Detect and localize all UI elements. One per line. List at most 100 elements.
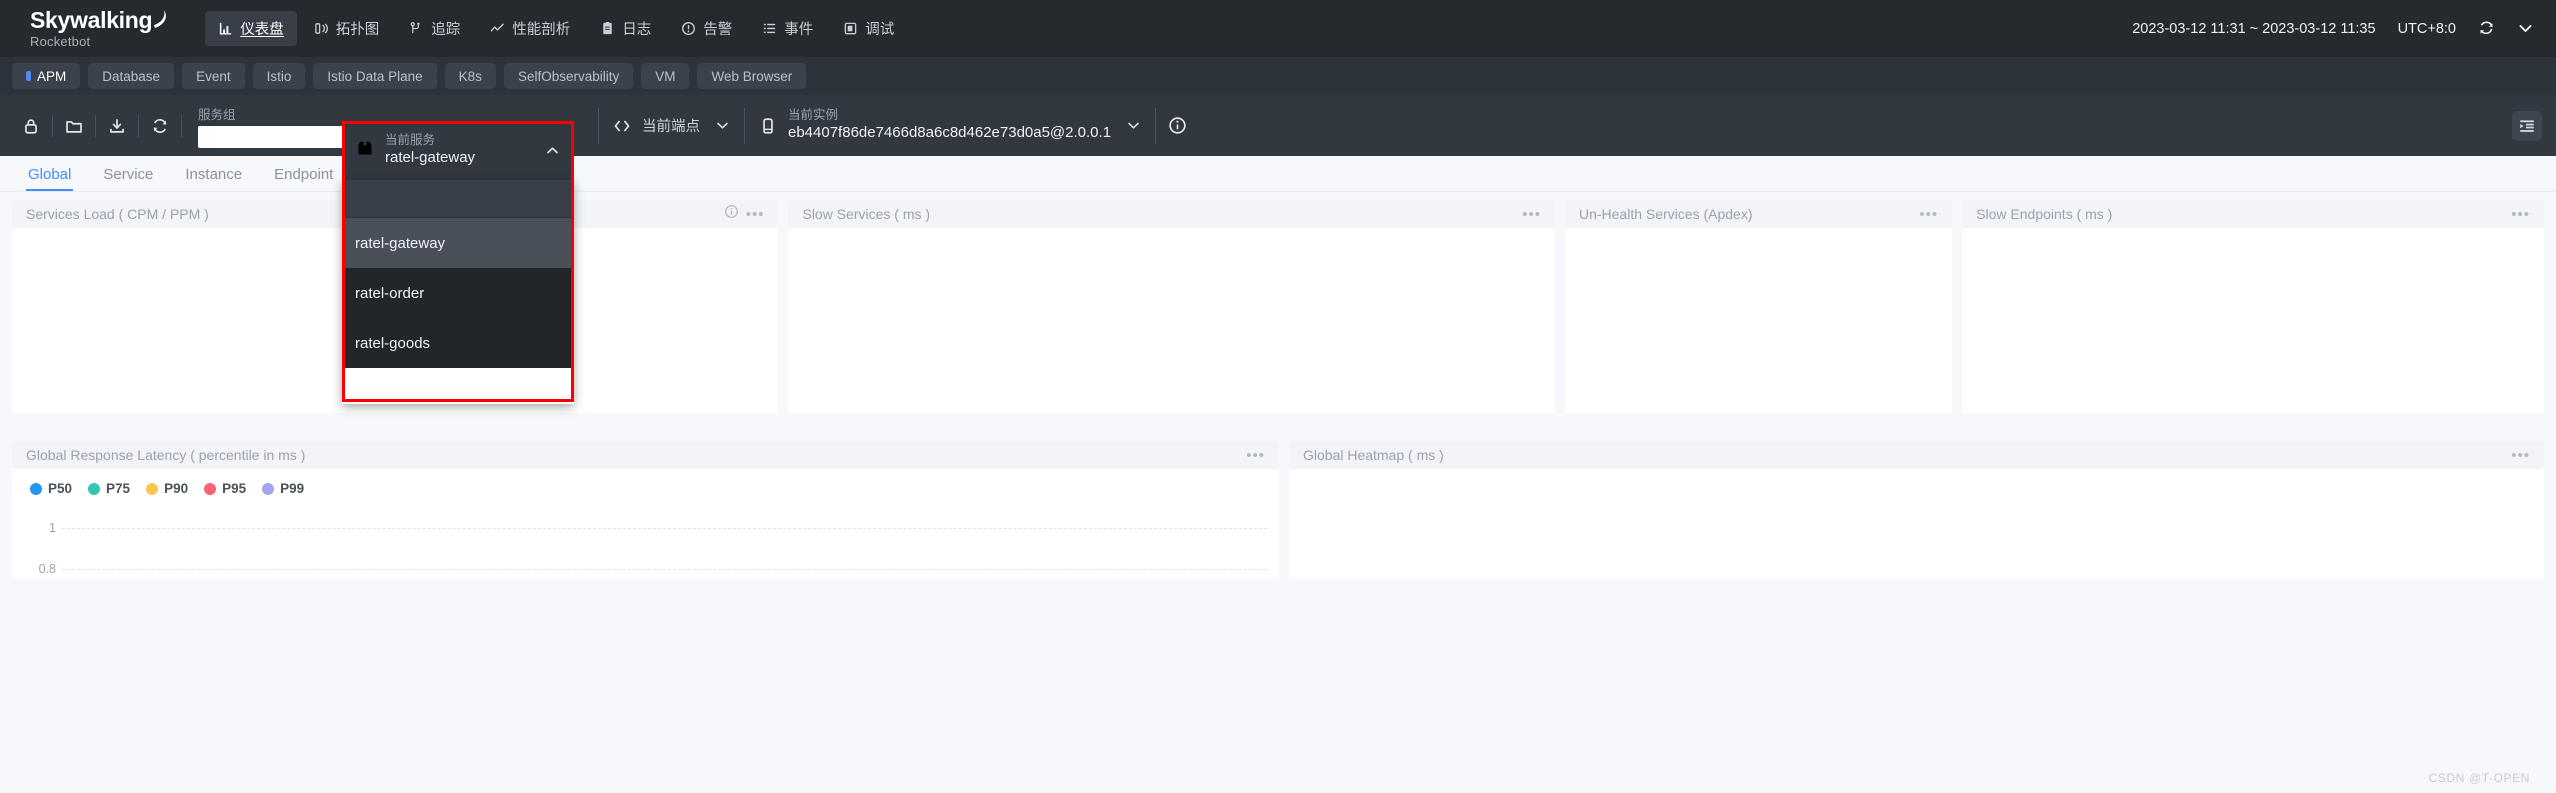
topology-icon [314, 21, 329, 36]
latency-plot-area: 1 0.8 [12, 500, 1279, 576]
subnav-item-selfobservability[interactable]: SelfObservability [503, 63, 634, 89]
nav-item-trace[interactable]: 追踪 [396, 11, 473, 46]
legend-label: P75 [106, 481, 131, 496]
legend-item-p50[interactable]: P50 [30, 481, 72, 496]
instance-selector-value: eb4407f86de7466d8a6c8d462e73d0a5@2.0.0.1 [788, 123, 1112, 141]
nav-item-alarm[interactable]: 告警 [668, 11, 745, 46]
legend-color-dot [88, 482, 101, 495]
service-option-ratel-gateway[interactable]: ratel-gateway [342, 218, 574, 268]
main-nav: 仪表盘 拓扑图 追踪 性能剖析 日志 告警 事件 调试 [205, 11, 907, 46]
lock-icon[interactable] [10, 106, 52, 146]
subnav-label-k8s: K8s [458, 68, 482, 84]
refresh-icon[interactable] [139, 106, 181, 146]
widget-menu-button[interactable]: ••• [1246, 448, 1265, 463]
widget-title: Global Response Latency ( percentile in … [26, 447, 306, 463]
service-selector-label: 当前服务 [385, 133, 436, 148]
folder-icon[interactable] [53, 106, 95, 146]
tab-label-global: Global [28, 166, 72, 183]
widget-menu-button[interactable]: ••• [2511, 207, 2530, 222]
legend-color-dot [30, 482, 42, 495]
tab-service[interactable]: Service [87, 166, 169, 191]
legend-item-p90[interactable]: P90 [146, 481, 188, 496]
instance-selector[interactable]: 当前实例 eb4407f86de7466d8a6c8d462e73d0a5@2.… [745, 95, 1155, 156]
info-icon[interactable] [1156, 106, 1198, 146]
widget-titlebar: Slow Endpoints ( ms ) ••• [1962, 200, 2544, 228]
subnav-item-web-browser[interactable]: Web Browser [697, 63, 807, 89]
nav-item-event[interactable]: 事件 [749, 11, 826, 46]
endpoint-selector[interactable]: 当前端点 [599, 95, 744, 156]
widget-slow-endpoints: Slow Endpoints ( ms ) ••• [1962, 200, 2544, 413]
debug-icon [843, 21, 858, 36]
service-group-input[interactable] [198, 125, 346, 148]
subnav-item-event[interactable]: Event [182, 63, 245, 89]
widget-menu-button[interactable]: ••• [1919, 207, 1938, 222]
logo-swoosh-icon [153, 10, 167, 28]
tab-label-service: Service [103, 166, 154, 183]
code-icon [613, 117, 631, 135]
service-selector-value: ratel-gateway [385, 148, 476, 166]
service-selector[interactable]: 当前服务 ratel-gateway [342, 121, 574, 180]
legend-item-p95[interactable]: P95 [204, 481, 246, 496]
top-header: Skywalking Rocketbot 仪表盘 拓扑图 追踪 性能剖析 日志 … [0, 0, 2556, 57]
widget-un-health-services: Un-Health Services (Apdex) ••• [1564, 200, 1953, 413]
collapse-panel-icon[interactable] [2512, 110, 2542, 141]
tab-global[interactable]: Global [12, 166, 87, 191]
app-logo[interactable]: Skywalking Rocketbot [30, 9, 167, 48]
subnav-item-k8s[interactable]: K8s [444, 63, 496, 89]
widget-menu-button[interactable]: ••• [1522, 207, 1541, 222]
chart-legend: P50 P75 P90 P95 P99 [12, 469, 1279, 496]
brand-name-wrap: Skywalking [30, 9, 167, 32]
timezone-display[interactable]: UTC+8:0 [2398, 21, 2456, 37]
widget-slow-services: Slow Services ( ms ) ••• [788, 200, 1555, 413]
nav-label-log: 日志 [622, 22, 652, 38]
widget-actions: ••• [2511, 448, 2530, 463]
chevron-up-icon[interactable] [545, 143, 560, 158]
service-search-row[interactable] [342, 180, 574, 218]
legend-item-p99[interactable]: P99 [262, 481, 304, 496]
instance-selector-text: 当前实例 eb4407f86de7466d8a6c8d462e73d0a5@2.… [788, 108, 1111, 142]
info-icon[interactable] [724, 204, 739, 224]
subnav-item-database[interactable]: Database [88, 63, 175, 89]
tab-label-endpoint: Endpoint [274, 166, 334, 183]
nav-item-dashboard[interactable]: 仪表盘 [205, 11, 297, 46]
chevron-down-icon[interactable] [715, 118, 730, 133]
instance-selector-label: 当前实例 [788, 108, 839, 123]
service-option-ratel-order[interactable]: ratel-order [342, 268, 574, 318]
refresh-icon[interactable] [2478, 20, 2495, 37]
nav-item-log[interactable]: 日志 [587, 11, 664, 46]
widget-menu-button[interactable]: ••• [2511, 448, 2530, 463]
legend-label: P90 [164, 481, 189, 496]
time-range-display[interactable]: 2023-03-12 11:31 ~ 2023-03-12 11:35 [2132, 21, 2375, 37]
subnav-item-vm[interactable]: VM [641, 63, 690, 89]
subnav-item-istio-data-plane[interactable]: Istio Data Plane [313, 63, 437, 89]
widget-menu-button[interactable]: ••• [746, 207, 765, 222]
legend-label: P95 [222, 481, 247, 496]
export-icon[interactable] [96, 106, 138, 146]
nav-label-topology: 拓扑图 [335, 22, 380, 38]
subnav-label-database: Database [102, 68, 161, 84]
legend-color-dot [204, 482, 217, 495]
tab-endpoint[interactable]: Endpoint [258, 166, 349, 191]
nav-item-profiling[interactable]: 性能剖析 [477, 11, 583, 46]
widget-chart-area [1564, 228, 1953, 413]
legend-color-dot [262, 482, 275, 495]
chevron-down-icon[interactable] [1126, 118, 1141, 133]
nav-item-debug[interactable]: 调试 [830, 11, 907, 46]
widget-title: Slow Endpoints ( ms ) [1976, 206, 2113, 222]
service-option-label: ratel-gateway [355, 234, 446, 252]
service-option-ratel-goods[interactable]: ratel-goods [342, 318, 574, 368]
widget-title: Un-Health Services (Apdex) [1578, 206, 1753, 222]
sub-nav: APM Database Event Istio Istio Data Plan… [0, 57, 2556, 95]
nav-item-topology[interactable]: 拓扑图 [301, 11, 393, 46]
service-search-input[interactable] [342, 180, 574, 217]
chevron-down-icon[interactable] [2517, 20, 2534, 37]
legend-label: P99 [280, 481, 305, 496]
legend-item-p75[interactable]: P75 [88, 481, 130, 496]
subnav-label-event: Event [196, 68, 231, 84]
subnav-label-selfobservability: SelfObservability [517, 68, 620, 84]
tab-instance[interactable]: Instance [169, 166, 258, 191]
subnav-item-apm[interactable]: APM [12, 63, 81, 89]
subnav-item-istio[interactable]: Istio [252, 63, 306, 89]
legend-color-dot [146, 482, 159, 495]
y-axis-tick: 1 [49, 521, 56, 535]
